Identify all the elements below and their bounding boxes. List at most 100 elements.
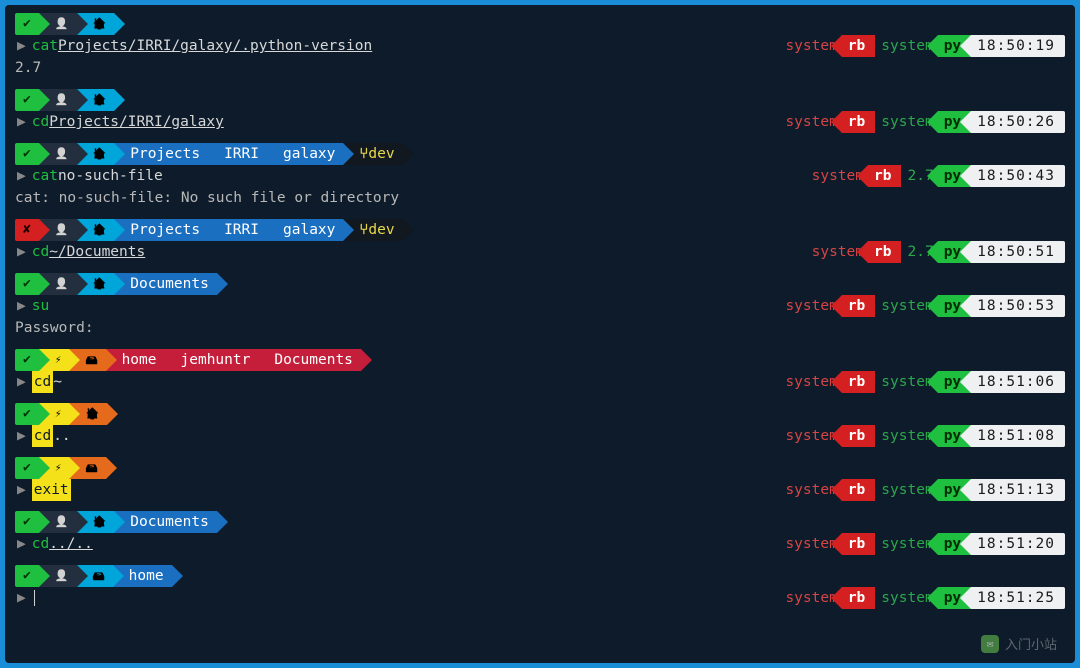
segment-text: Documents <box>130 511 209 533</box>
segment-cross <box>15 219 39 241</box>
prompt-block: ▶cd Projects/IRRI/galaxysystemrb systemp… <box>15 89 1065 141</box>
right-status: systemrb 2.7py18:50:43 <box>806 165 1065 187</box>
user-icon <box>55 13 69 35</box>
clock: 18:50:26 <box>971 111 1065 133</box>
command-keyword: cd <box>32 425 53 447</box>
clock: 18:51:20 <box>971 533 1065 555</box>
terminal-window[interactable]: ▶ cat Projects/IRRI/galaxy/.python-versio… <box>5 5 1075 663</box>
prompt-block: ProjectsIRRIgalaxy dev▶cat no-such-files… <box>15 143 1065 217</box>
command-line[interactable]: ▶susystemrb systempy18:50:53 <box>15 295 1065 317</box>
right-status: systemrb 2.7py18:50:51 <box>806 241 1065 263</box>
prompt-breadcrumb: home <box>15 565 1065 587</box>
segment-text: IRRI <box>224 219 259 241</box>
command-argument: Projects/IRRI/galaxy <box>49 111 224 133</box>
segment-check <box>15 511 39 533</box>
check-icon <box>23 143 31 165</box>
disk-icon <box>85 349 97 372</box>
watermark: ✉ 入门小站 <box>981 634 1057 653</box>
user-icon <box>55 565 69 587</box>
command-line[interactable]: ▶cat Projects/IRRI/galaxy/.python-versio… <box>15 35 1065 57</box>
segment-check <box>15 143 39 165</box>
prompt-caret-icon: ▶ <box>15 479 32 501</box>
ruby-badge: rb <box>868 165 901 187</box>
branch-icon <box>359 142 368 166</box>
segment-text: Documents <box>130 273 209 295</box>
command-line[interactable]: ▶ systemrb systempy18:51:25 <box>15 587 1065 609</box>
home-icon <box>93 89 107 111</box>
prompt-caret-icon: ▶ <box>15 425 32 447</box>
right-status: systemrb systempy18:50:19 <box>779 35 1065 57</box>
command-line[interactable]: ▶cd ../..systemrb systempy18:51:20 <box>15 533 1065 555</box>
command-line[interactable]: ▶cd ~systemrb systempy18:51:06 <box>15 371 1065 393</box>
command-argument: ~ <box>53 371 62 393</box>
right-status-wrap: systemrb 2.7py18:50:51 <box>806 241 1065 263</box>
segment-text: jemhuntr <box>181 349 251 371</box>
prompt-breadcrumb <box>15 13 1065 35</box>
right-status: systemrb systempy18:51:25 <box>779 587 1065 609</box>
ruby-badge: rb <box>868 241 901 263</box>
command-keyword: cd <box>32 241 49 263</box>
prompt-caret-icon: ▶ <box>15 587 32 609</box>
check-icon <box>23 349 31 371</box>
bolt-icon <box>55 403 62 425</box>
clock: 18:50:53 <box>971 295 1065 317</box>
prompt-block: Documents▶susystemrb systempy18:50:53Pas… <box>15 273 1065 347</box>
right-status-wrap: systemrb systempy18:51:06 <box>779 371 1065 393</box>
user-icon <box>55 511 69 533</box>
prompt-caret-icon: ▶ <box>15 165 32 187</box>
command-keyword: cat <box>32 35 58 57</box>
segment-text: galaxy <box>283 219 335 241</box>
home-icon <box>93 13 107 35</box>
right-status: systemrb systempy18:51:20 <box>779 533 1065 555</box>
path-segment: galaxy <box>267 143 343 165</box>
command-keyword: su <box>32 295 49 317</box>
prompt-breadcrumb: Documents <box>15 273 1065 295</box>
ruby-badge: rb <box>842 425 875 447</box>
command-argument: no-such-file <box>58 165 163 187</box>
path-segment: Documents <box>114 273 217 295</box>
prompt-block: home ▶ systemrb systempy18:51:25 <box>15 565 1065 617</box>
prompt-breadcrumb: Documents <box>15 511 1065 533</box>
command-keyword: cd <box>32 371 53 393</box>
path-segment: galaxy <box>267 219 343 241</box>
segment-text: home <box>129 565 164 587</box>
command-line[interactable]: ▶cat no-such-filesystemrb 2.7py18:50:43 <box>15 165 1065 187</box>
prompt-caret-icon: ▶ <box>15 533 32 555</box>
segment-check <box>15 403 39 425</box>
ruby-badge: rb <box>842 587 875 609</box>
command-line[interactable]: ▶cd ..systemrb systempy18:51:08 <box>15 425 1065 447</box>
right-status: systemrb systempy18:50:26 <box>779 111 1065 133</box>
prompt-caret-icon: ▶ <box>15 241 32 263</box>
command-output: Password: <box>15 317 1065 339</box>
right-status: systemrb systempy18:51:06 <box>779 371 1065 393</box>
command-keyword: cd <box>32 111 49 133</box>
command-argument: ../.. <box>49 533 93 555</box>
clock: 18:51:13 <box>971 479 1065 501</box>
branch-icon <box>359 218 368 242</box>
segment-check <box>15 89 39 111</box>
prompt-breadcrumb <box>15 457 1065 479</box>
command-line[interactable]: ▶cd ~/Documents systemrb 2.7py18:50:51 <box>15 241 1065 263</box>
segment-check <box>15 565 39 587</box>
command-argument: ~/Documents <box>49 241 145 263</box>
command-output: cat: no-such-file: No such file or direc… <box>15 187 1065 209</box>
user-icon <box>55 143 69 165</box>
home-icon <box>85 403 99 425</box>
right-status: systemrb systempy18:51:08 <box>779 425 1065 447</box>
right-status-wrap: systemrb systempy18:51:20 <box>779 533 1065 555</box>
segment-text: Documents <box>274 349 353 371</box>
prompt-breadcrumb: ProjectsIRRIgalaxy dev <box>15 143 1065 165</box>
command-argument: Projects/IRRI/galaxy/.python-version <box>58 35 372 57</box>
command-keyword: exit <box>32 479 71 501</box>
clock: 18:50:43 <box>971 165 1065 187</box>
clock: 18:50:19 <box>971 35 1065 57</box>
prompt-breadcrumb: ProjectsIRRIgalaxy dev <box>15 219 1065 241</box>
ruby-badge: rb <box>842 533 875 555</box>
bolt-icon <box>55 349 62 371</box>
segment-check <box>15 13 39 35</box>
right-status-wrap: systemrb systempy18:50:53 <box>779 295 1065 317</box>
disk-icon <box>85 457 97 480</box>
segment-text: dev <box>368 219 394 241</box>
command-line[interactable]: ▶cd Projects/IRRI/galaxysystemrb systemp… <box>15 111 1065 133</box>
command-line[interactable]: ▶exitsystemrb systempy18:51:13 <box>15 479 1065 501</box>
